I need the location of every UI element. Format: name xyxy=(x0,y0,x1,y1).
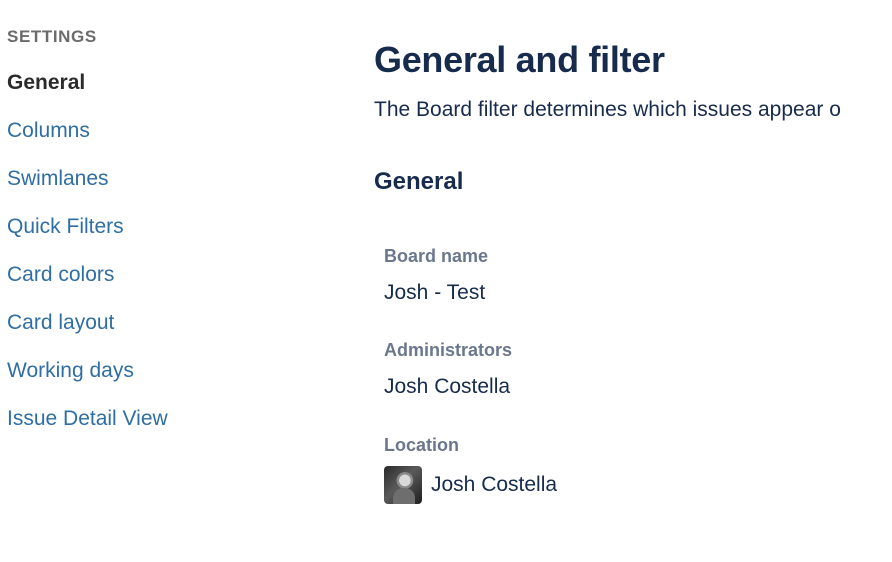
settings-sidebar: SETTINGS General Columns Swimlanes Quick… xyxy=(0,0,330,562)
location-value[interactable]: Josh Costella xyxy=(384,465,557,505)
section-title-general: General xyxy=(374,168,464,195)
sidebar-item-issue-detail-view[interactable]: Issue Detail View xyxy=(7,406,168,432)
page-title: General and filter xyxy=(374,39,665,80)
location-label: Location xyxy=(384,435,459,455)
sidebar-item-swimlanes[interactable]: Swimlanes xyxy=(7,166,109,192)
sidebar-item-working-days[interactable]: Working days xyxy=(7,358,134,384)
location-name: Josh Costella xyxy=(431,473,558,496)
board-name-value[interactable]: Josh - Test xyxy=(384,280,485,306)
page-description: The Board filter determines which issues… xyxy=(374,98,841,121)
administrators-label: Administrators xyxy=(384,340,513,360)
main-content: General and filter The Board filter dete… xyxy=(374,0,892,562)
sidebar-item-card-colors[interactable]: Card colors xyxy=(7,262,114,288)
administrators-value[interactable]: Josh Costella xyxy=(384,374,510,400)
board-settings-page: SETTINGS General Columns Swimlanes Quick… xyxy=(0,0,892,562)
sidebar-heading: SETTINGS xyxy=(7,27,97,46)
sidebar-item-quick-filters[interactable]: Quick Filters xyxy=(7,214,124,240)
sidebar-item-columns[interactable]: Columns xyxy=(7,118,90,144)
user-avatar-icon xyxy=(384,466,422,504)
sidebar-item-general[interactable]: General xyxy=(7,70,85,96)
board-name-label: Board name xyxy=(384,246,489,266)
sidebar-item-card-layout[interactable]: Card layout xyxy=(7,310,114,336)
